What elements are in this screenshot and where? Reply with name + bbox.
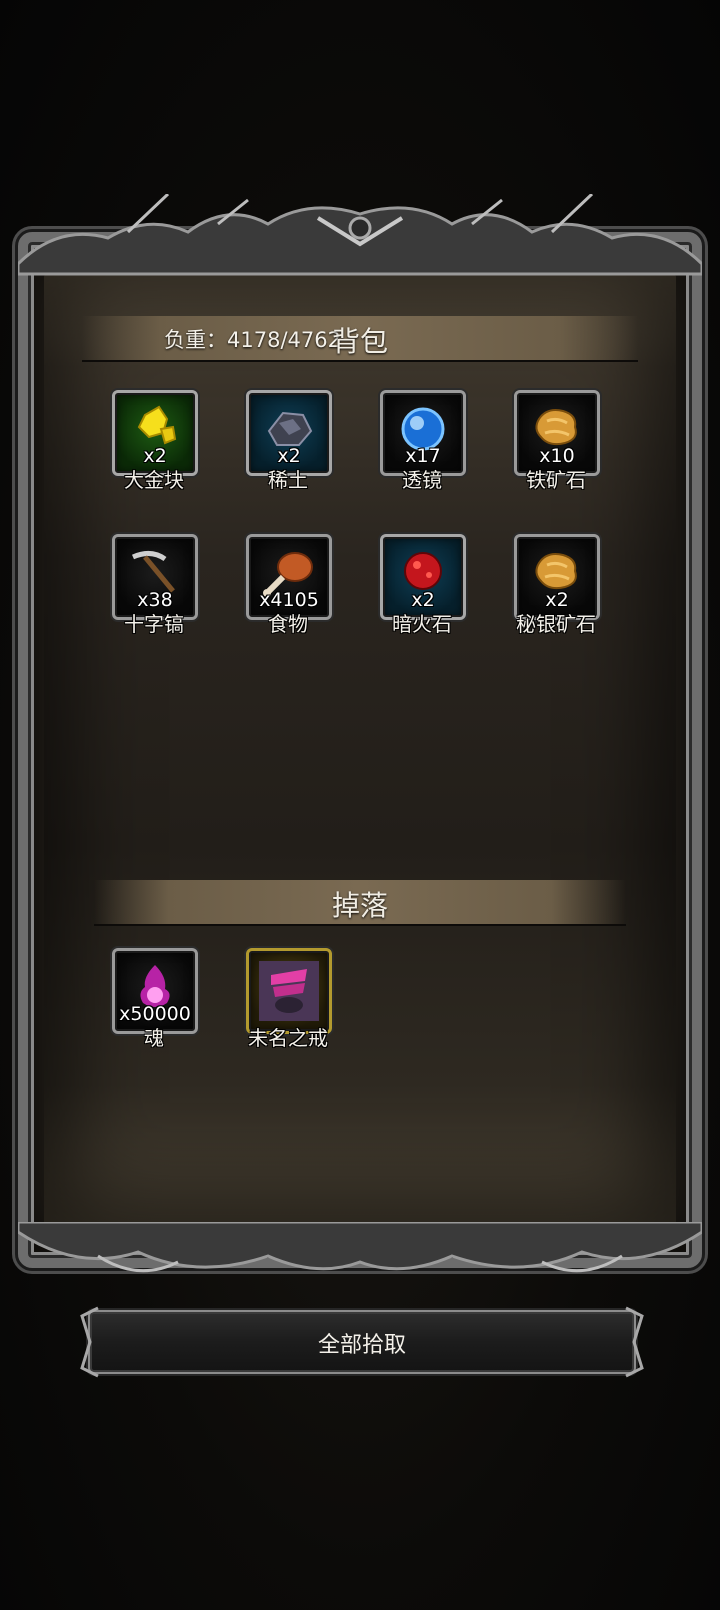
backpack-item[interactable]: x10 铁矿石 — [496, 390, 616, 494]
item-name: 大金块 — [124, 468, 184, 492]
ornate-crest-top — [18, 194, 702, 276]
backpack-header: 负重：4178/4762 背包 — [82, 316, 638, 362]
item-name: 魂 — [144, 1026, 164, 1050]
item-name: 食物 — [268, 612, 308, 636]
backpack-item[interactable]: x2 稀土 — [228, 390, 348, 494]
backpack-item[interactable]: x2 秘银矿石 — [496, 534, 616, 638]
backpack-item[interactable]: x38 十字镐 — [94, 534, 214, 638]
drops-header: 掉落 — [94, 880, 626, 926]
drop-item[interactable]: 未名之戒 — [228, 948, 348, 1052]
item-name: 十字镐 — [124, 612, 184, 636]
backpack-item[interactable]: x2 暗火石 — [362, 534, 482, 638]
pickup-all-button[interactable]: 全部拾取 — [80, 1306, 644, 1378]
item-name: 未名之戒 — [248, 1026, 328, 1050]
pickup-all-label: 全部拾取 — [317, 1333, 406, 1358]
item-name: 铁矿石 — [526, 468, 586, 492]
unnamed-ring-icon — [259, 961, 319, 1021]
backpack-title: 背包 — [331, 325, 388, 358]
item-name: 透镜 — [402, 468, 442, 492]
button-cap-right-icon — [625, 1306, 644, 1378]
loot-screen: 负重：4178/4762 背包 x2 大金块 x2 稀土 x17 透镜 x10 … — [0, 0, 720, 1610]
item-name: 稀土 — [268, 468, 308, 492]
inventory-panel: 负重：4178/4762 背包 x2 大金块 x2 稀土 x17 透镜 x10 … — [18, 194, 702, 1273]
item-name: 暗火石 — [392, 612, 452, 636]
backpack-item[interactable]: x2 大金块 — [94, 390, 214, 494]
drop-item[interactable]: x50000 魂 — [94, 948, 214, 1052]
ornate-crest-bottom — [18, 1222, 702, 1273]
item-name: 秘银矿石 — [516, 612, 596, 636]
backpack-item[interactable]: x4105 食物 — [228, 534, 348, 638]
backpack-item[interactable]: x17 透镜 — [362, 390, 482, 494]
drops-title: 掉落 — [331, 889, 388, 922]
